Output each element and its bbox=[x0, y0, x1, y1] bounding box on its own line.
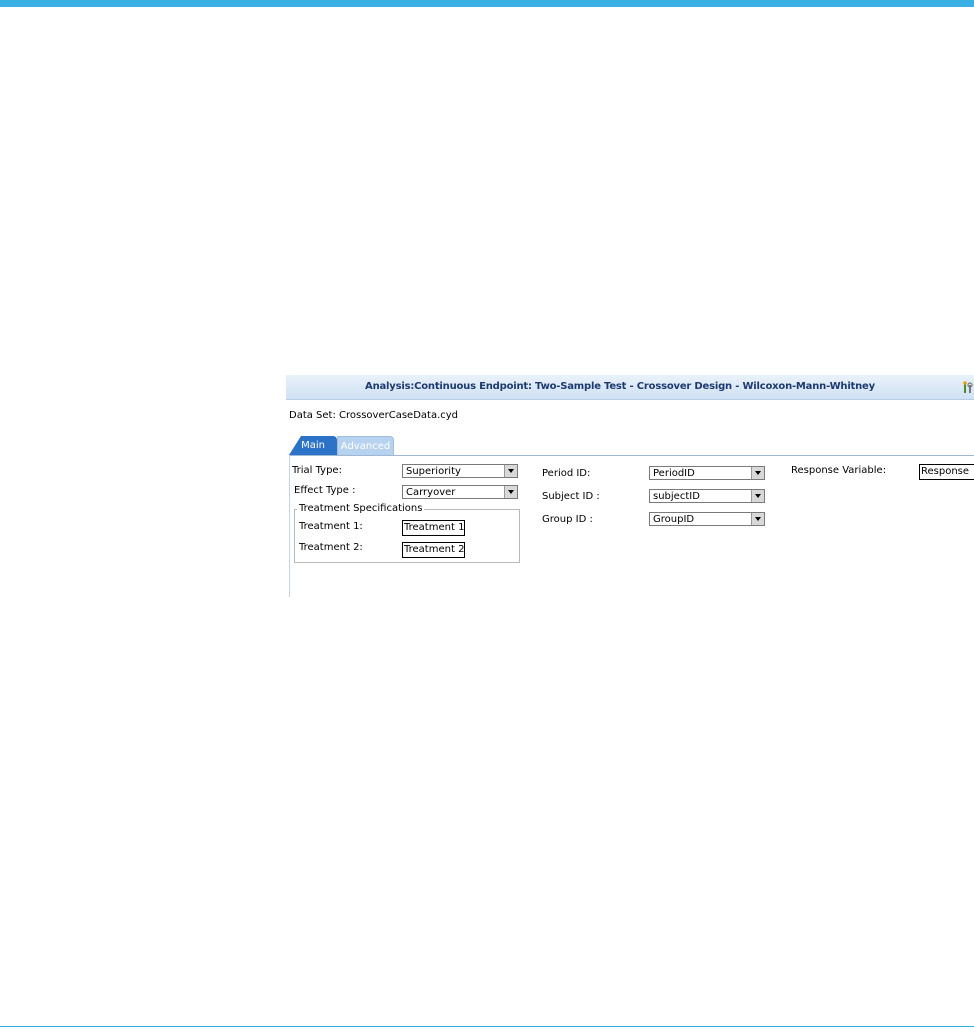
chevron-down-icon bbox=[755, 494, 761, 498]
subject-id-label: Subject ID : bbox=[542, 491, 600, 502]
subject-id-select[interactable]: subjectID bbox=[649, 489, 765, 503]
effect-type-dropdown-button[interactable] bbox=[504, 486, 517, 498]
trial-type-value: Superiority bbox=[406, 466, 461, 477]
treatment-1-label: Treatment 1: bbox=[299, 521, 363, 532]
period-id-label: Period ID: bbox=[542, 468, 591, 479]
group-id-label: Group ID : bbox=[542, 514, 593, 525]
period-id-value: PeriodID bbox=[653, 468, 695, 479]
chevron-down-icon bbox=[508, 469, 514, 473]
dialog-title: Analysis:Continuous Endpoint: Two-Sample… bbox=[365, 381, 875, 392]
response-variable-label: Response Variable: bbox=[791, 465, 887, 476]
subject-id-value: subjectID bbox=[653, 491, 700, 502]
effect-type-label: Effect Type : bbox=[294, 485, 356, 496]
group-id-select[interactable]: GroupID bbox=[649, 512, 765, 526]
chevron-down-icon bbox=[755, 517, 761, 521]
panel-left-border bbox=[289, 455, 290, 597]
tab-divider bbox=[289, 455, 974, 456]
treatment-2-input[interactable]: Treatment 2 bbox=[402, 542, 465, 558]
tab-advanced[interactable]: Advanced bbox=[337, 436, 394, 455]
top-accent-bar bbox=[0, 0, 974, 7]
trial-type-dropdown-button[interactable] bbox=[504, 465, 517, 477]
tab-main-notch bbox=[289, 436, 301, 455]
bottom-rule bbox=[0, 1026, 974, 1027]
group-id-value: GroupID bbox=[653, 514, 695, 525]
trial-type-select[interactable]: Superiority bbox=[402, 464, 518, 478]
period-id-select[interactable]: PeriodID bbox=[649, 466, 765, 480]
dataset-label: Data Set: CrossoverCaseData.cyd bbox=[289, 410, 459, 421]
chevron-down-icon bbox=[508, 490, 514, 494]
group-id-dropdown-button[interactable] bbox=[751, 513, 764, 525]
effect-type-select[interactable]: Carryover bbox=[402, 485, 518, 499]
treatment-1-input[interactable]: Treatment 1 bbox=[402, 520, 465, 536]
subject-id-dropdown-button[interactable] bbox=[751, 490, 764, 502]
effect-type-value: Carryover bbox=[406, 487, 456, 498]
response-variable-select[interactable]: Response bbox=[919, 464, 974, 480]
period-id-dropdown-button[interactable] bbox=[751, 467, 764, 479]
trial-type-label: Trial Type: bbox=[292, 465, 342, 476]
treatment-2-label: Treatment 2: bbox=[299, 542, 363, 553]
dialog-title-bar: Analysis:Continuous Endpoint: Two-Sample… bbox=[286, 375, 974, 400]
treatment-specifications-legend: Treatment Specifications bbox=[297, 503, 425, 514]
chevron-down-icon bbox=[755, 471, 761, 475]
tools-icon[interactable] bbox=[963, 380, 974, 394]
analysis-dialog: Analysis:Continuous Endpoint: Two-Sample… bbox=[286, 375, 974, 597]
